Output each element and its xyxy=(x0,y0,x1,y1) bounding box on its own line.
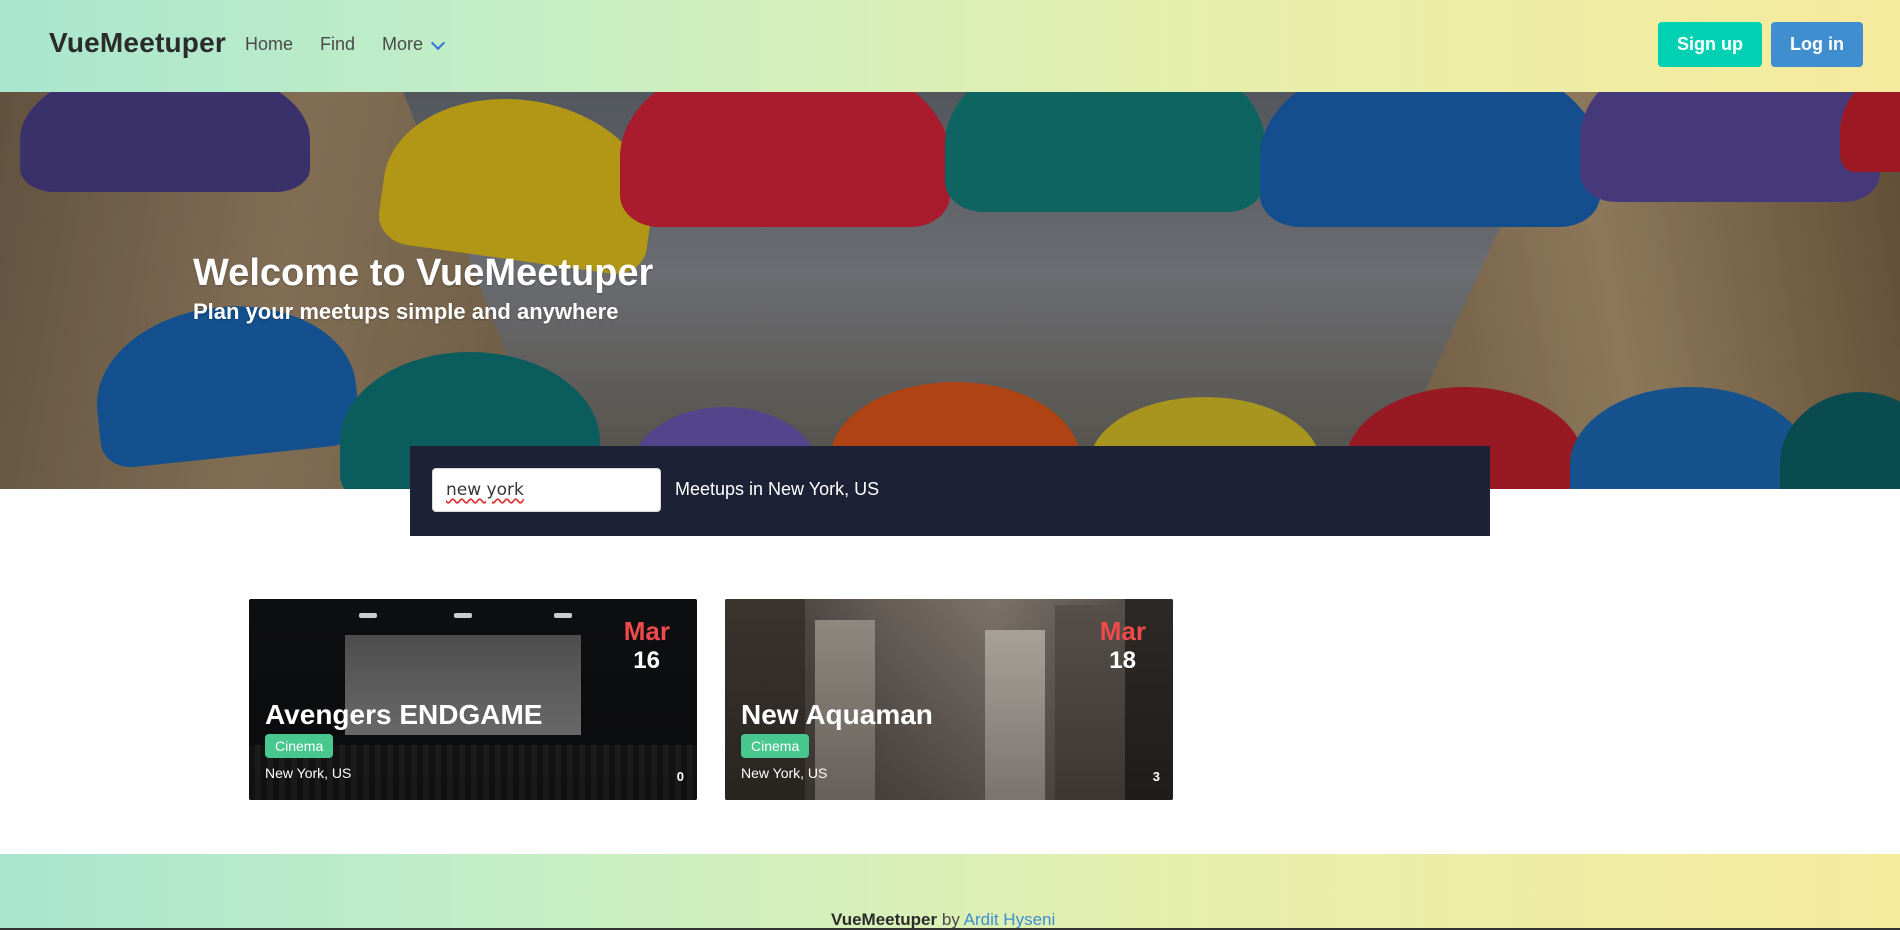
meetup-card[interactable]: Mar 16 Avengers ENDGAME Cinema New York,… xyxy=(249,599,697,800)
meetup-month: Mar xyxy=(1099,616,1146,646)
meetup-day: 18 xyxy=(1109,647,1136,674)
nav-more-label: More xyxy=(382,34,424,54)
search-result-text: Meetups in New York, US xyxy=(675,479,880,499)
signup-button[interactable]: Sign up xyxy=(1658,22,1762,67)
footer-brand: VueMeetuper xyxy=(831,910,938,929)
meetup-title[interactable]: Avengers ENDGAME xyxy=(265,699,542,731)
hero-banner: Welcome to VueMeetuper Plan your meetups… xyxy=(0,92,1900,489)
meetup-location: New York, US xyxy=(265,765,352,781)
footer-by: by xyxy=(941,910,960,929)
nav-home[interactable]: Home xyxy=(245,34,293,55)
meetup-card[interactable]: Mar 18 New Aquaman Cinema New York, US 3 xyxy=(725,599,1173,800)
brand-logo[interactable]: VueMeetuper xyxy=(49,27,226,59)
location-search-input[interactable]: new york xyxy=(432,468,661,512)
login-button[interactable]: Log in xyxy=(1771,22,1863,67)
chevron-down-icon xyxy=(430,35,446,50)
meetup-month: Mar xyxy=(623,616,670,646)
hero-title: Welcome to VueMeetuper xyxy=(193,252,654,294)
meetup-category-tag: Cinema xyxy=(741,734,810,758)
navbar: VueMeetuper Home Find More Sign up Log i… xyxy=(0,0,1900,92)
nav-find[interactable]: Find xyxy=(320,34,355,55)
footer: VueMeetuper by Ardit Hyseni xyxy=(0,854,1900,930)
meetup-joined-count: 0 xyxy=(676,769,684,784)
meetup-location: New York, US xyxy=(741,765,828,781)
meetup-day: 16 xyxy=(633,647,660,674)
meetup-joined-count: 3 xyxy=(1152,769,1160,784)
search-input-value: new york xyxy=(446,480,524,500)
hero-subtitle: Plan your meetups simple and anywhere xyxy=(193,299,619,324)
meetup-category-tag: Cinema xyxy=(265,734,334,758)
meetup-title[interactable]: New Aquaman xyxy=(741,699,933,731)
footer-author-link[interactable]: Ardit Hyseni xyxy=(964,910,1056,929)
footer-credit: VueMeetuper by Ardit Hyseni xyxy=(831,910,1055,930)
nav-more-dropdown[interactable]: More xyxy=(382,34,446,55)
search-bar: new york Meetups in New York, US xyxy=(410,446,1490,536)
